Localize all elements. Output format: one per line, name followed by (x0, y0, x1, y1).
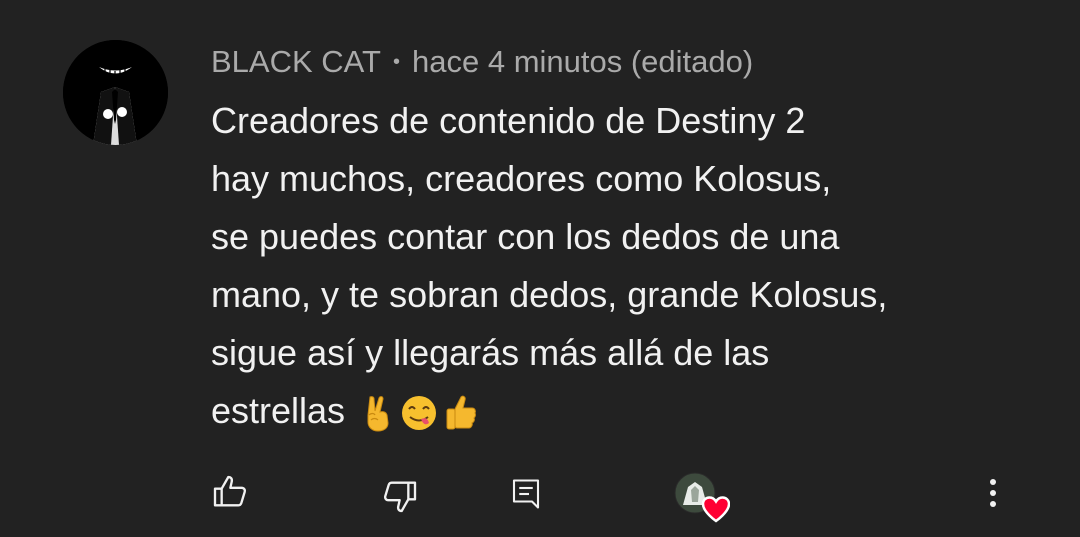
thumbs-up-outline-icon (213, 475, 246, 507)
creator-heart-badge[interactable] (674, 472, 730, 524)
creator-heart-icon (674, 472, 730, 523)
thumbs-down-outline-icon (384, 481, 417, 513)
emoji-group (357, 393, 481, 433)
comment-line: Creadores de contenido de Destiny 2 (211, 100, 806, 141)
comment-line: estrellas (211, 390, 346, 431)
comment-line: mano, y te sobran dedos, grande Kolosus, (211, 274, 888, 315)
comment-line: se puedes contar con los dedos de una (211, 216, 840, 257)
more-options-button[interactable] (978, 474, 1008, 514)
comment-text: Creadores de contenido de Destiny 2 hay … (211, 92, 1031, 440)
like-button[interactable] (210, 472, 250, 512)
victory-hand-icon (367, 396, 389, 432)
author-name[interactable]: BLACK CAT (211, 44, 381, 80)
face-savoring-food-icon (402, 396, 437, 431)
reply-button[interactable] (508, 476, 544, 512)
comment-header: BLACK CAT • hace 4 minutos (editado) (211, 42, 753, 82)
comment-reply-icon (512, 479, 540, 509)
comment-timestamp[interactable]: hace 4 minutos (editado) (412, 44, 753, 80)
black-cat-avatar-icon (63, 40, 168, 145)
comment-line: sigue así y llegarás más allá de las (211, 332, 770, 373)
more-vertical-icon (990, 479, 996, 507)
thumbs-up-emoji-icon (446, 396, 476, 430)
dislike-button[interactable] (380, 476, 420, 516)
comment-last-line: estrellas (211, 382, 1031, 440)
comment-line: hay muchos, creadores como Kolosus, (211, 158, 832, 199)
author-avatar[interactable] (63, 40, 168, 145)
meta-separator: • (392, 50, 400, 73)
